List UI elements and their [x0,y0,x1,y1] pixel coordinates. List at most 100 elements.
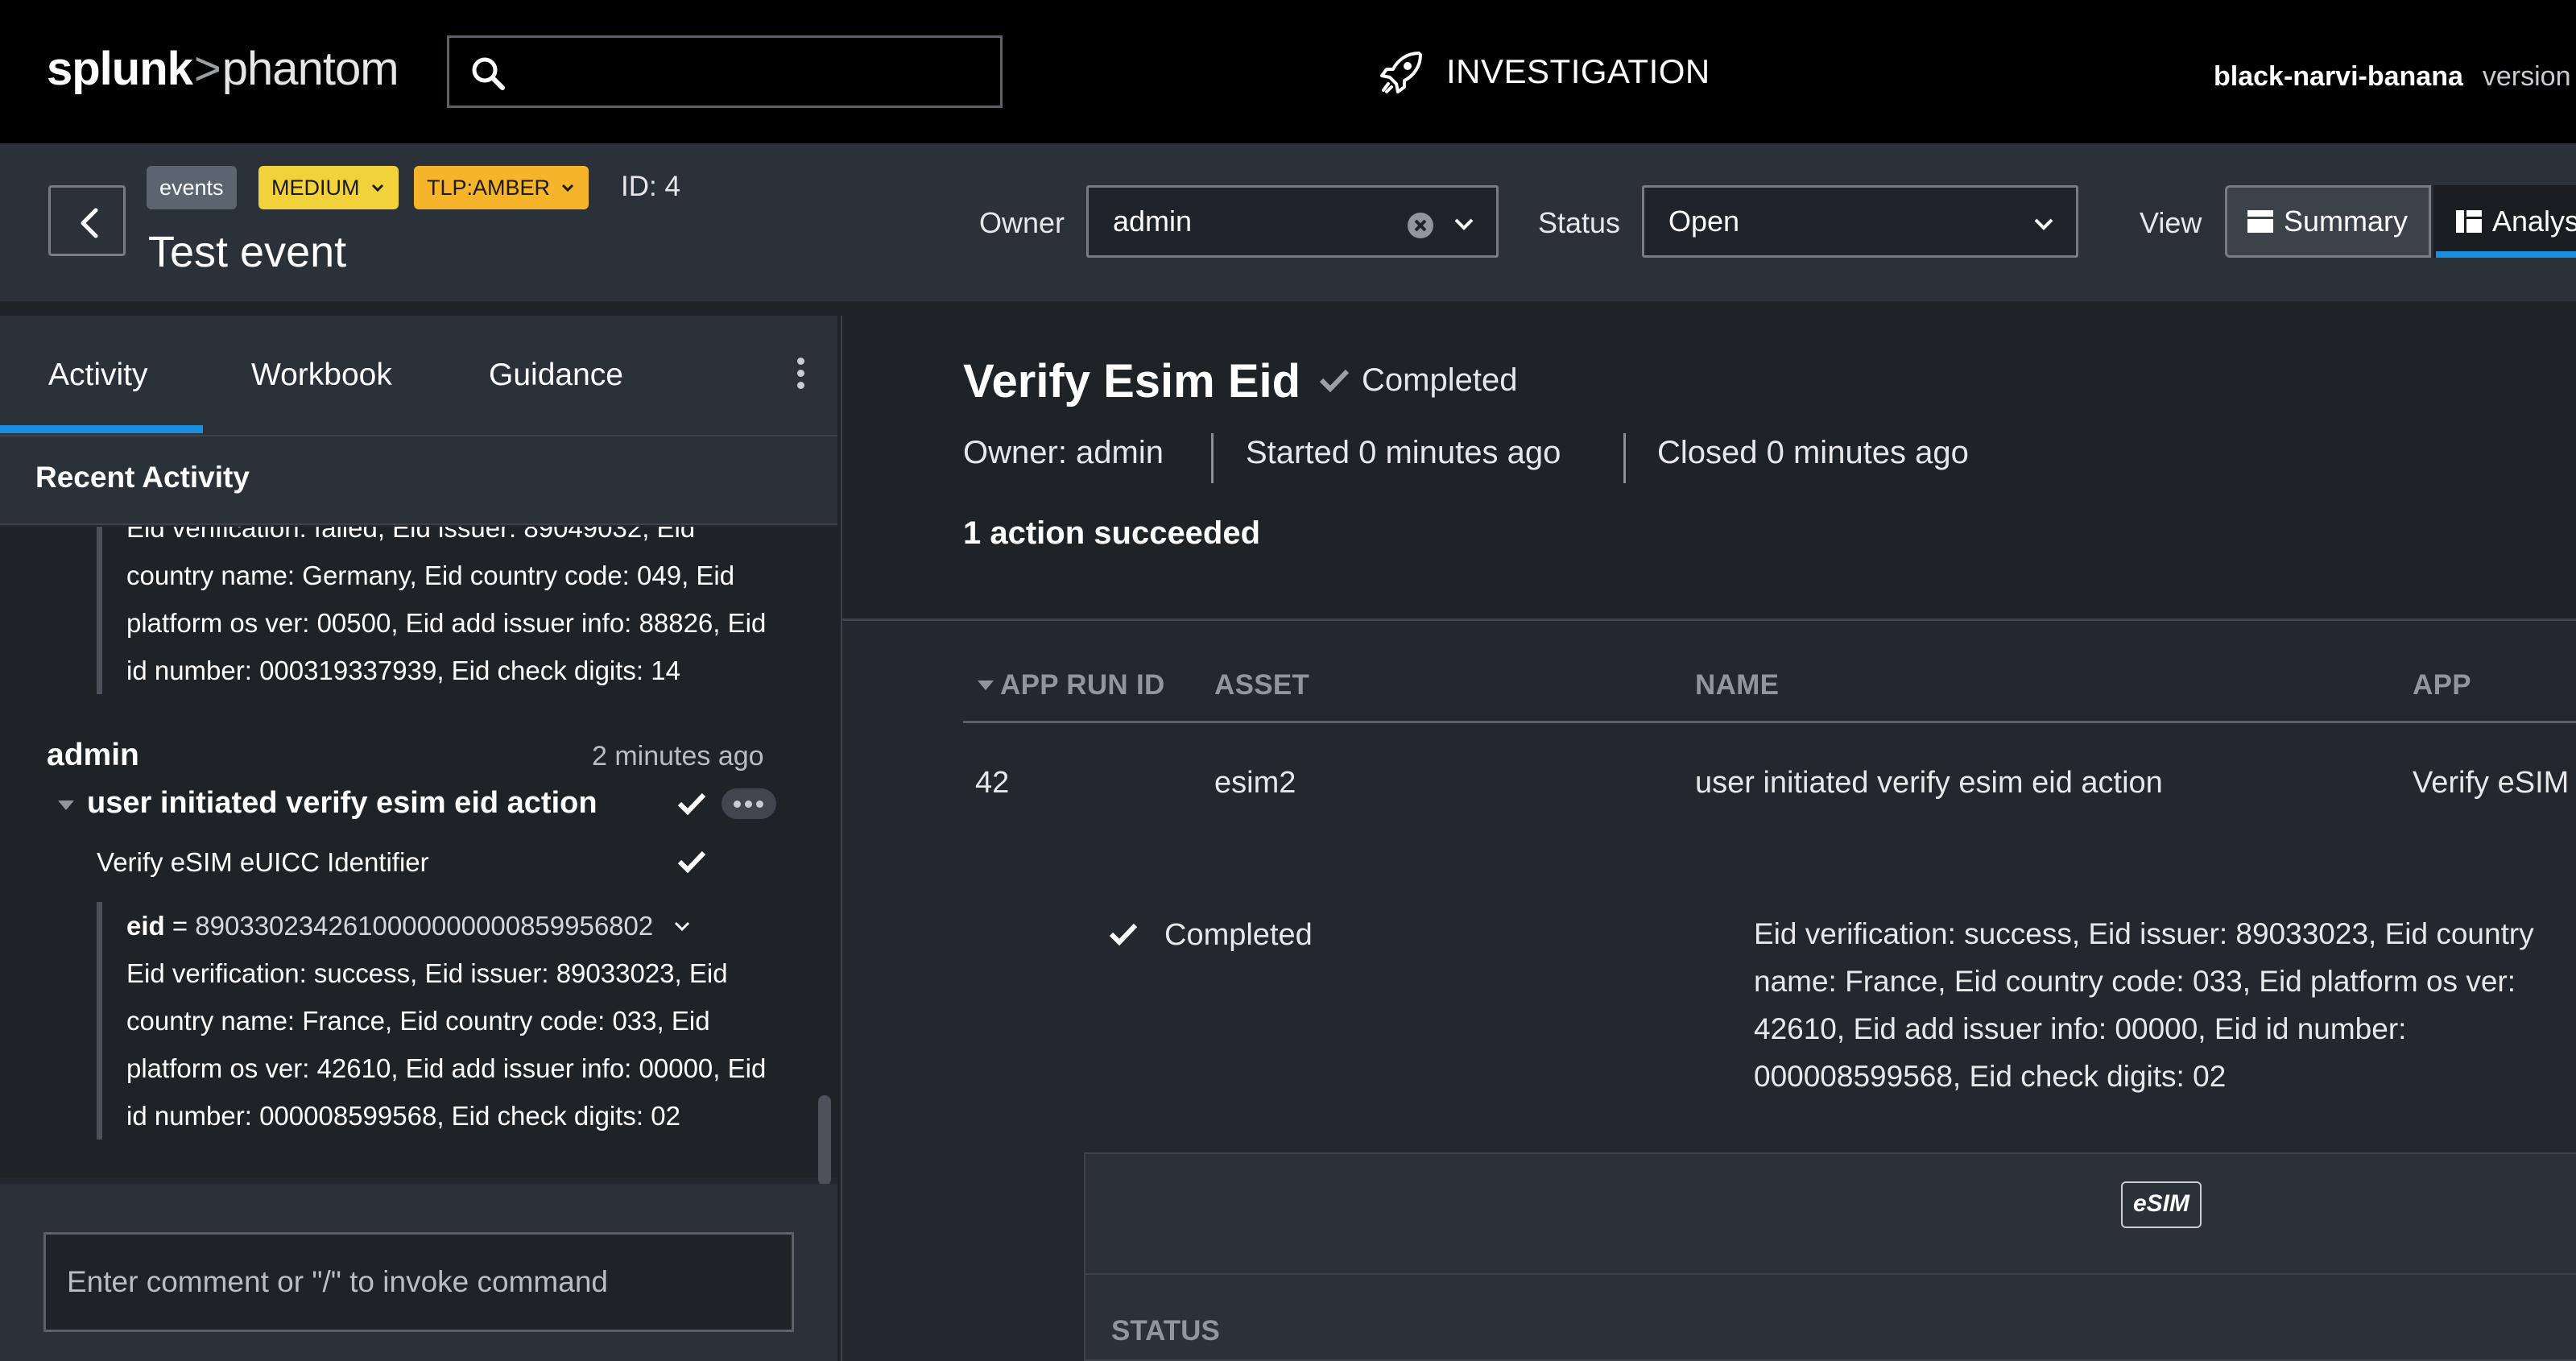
sort-desc-icon [978,680,994,690]
check-icon [1319,369,1350,393]
splunk-phantom-logo[interactable]: splunk>phantom [47,42,399,96]
summary-label: Summary [2284,205,2409,238]
search-icon [472,57,505,90]
global-search[interactable] [447,35,1003,108]
analyst-view-button[interactable]: Analyst [2433,185,2576,258]
cell-app[interactable]: Verify eSIM [2413,766,2569,800]
cell-run-id: 42 [975,766,1010,800]
previous-action-result: Eid verification: failed, Eid issuer: 89… [97,527,789,694]
chevron-down-icon [675,921,690,932]
status-select[interactable]: Open [1642,185,2078,258]
chevron-down-icon [1454,218,1474,230]
feed-scrollbar[interactable] [818,1095,831,1185]
recent-activity-title: Recent Activity [35,461,250,494]
tab-workbook[interactable]: Workbook [251,358,392,393]
section-title: INVESTIGATION [1446,52,1710,90]
action-result-text: Eid verification: success, Eid issuer: 8… [126,958,767,1131]
owner-value: admin [1113,205,1193,238]
event-id: ID: 4 [621,171,680,202]
event-header: events MEDIUM TLP:AMBER ID: 4 Test event… [0,143,2576,301]
column-header-label: APP RUN ID [1000,669,1165,701]
action-name: user initiated verify esim eid action [87,786,597,820]
severity-value: MEDIUM [271,176,360,200]
tlp-value: TLP:AMBER [427,176,551,200]
cell-name: user initiated verify esim eid action [1695,766,2163,800]
search-input[interactable] [522,46,989,97]
chevron-left-icon [81,208,98,238]
view-label: View [2140,206,2202,239]
esim-logo: eSIM [2121,1181,2202,1228]
sub-action-name: Verify eSIM eUICC Identifier [97,847,429,877]
action-summary: 1 action succeeded [963,515,1261,551]
comment-area [0,1184,837,1361]
owner-select[interactable]: admin [1086,185,1499,258]
check-icon [677,792,706,816]
summary-icon [2247,210,2273,233]
tlp-dropdown[interactable]: TLP:AMBER [414,166,589,209]
action-state: Completed [1319,362,1518,399]
comment-input[interactable] [43,1232,794,1332]
severity-dropdown[interactable]: MEDIUM [258,166,399,209]
status-label: Status [1538,206,1621,239]
activity-time: 2 minutes ago [592,741,764,772]
app-widget: eSIM STATUS [1084,1152,2576,1361]
owner-label: Owner [979,206,1065,239]
investigation-header: INVESTIGATION [1379,48,1710,95]
activity-feed: Eid verification: failed, Eid issuer: 89… [0,527,837,1177]
result-state: Completed [1109,918,1313,953]
column-header-asset[interactable]: ASSET [1214,669,1309,701]
version-label: version [2482,61,2571,92]
rocket-icon [1380,52,1422,93]
logo-secondary-text: phantom [221,43,399,95]
check-icon [677,850,706,874]
tab-activity[interactable]: Activity [48,358,148,393]
column-header-name[interactable]: NAME [1695,669,1779,701]
action-title: Verify Esim Eid [963,355,1301,407]
caret-down-icon [58,800,74,810]
top-nav-bar: splunk>phantom INVESTIGATION black-narvi… [0,0,2576,143]
check-icon [1109,923,1138,946]
status-value: Open [1668,205,1740,238]
action-result-block: eid = 89033023426100000000008599568­02 E… [97,902,789,1140]
app-run-table: APP RUN ID ASSET NAME APP 42 esim2 user … [842,621,2576,1361]
action-detail-panel: Verify Esim Eid Completed Owner: admin S… [841,316,2576,1361]
panel-tabs: Activity Workbook Guidance [0,316,837,436]
more-options-icon[interactable] [794,358,807,393]
parameter-name: eid [126,911,165,941]
chevron-down-icon [2034,218,2053,230]
activity-panel: Activity Workbook Guidance Recent Activi… [0,316,837,1361]
analyst-label: Analyst [2492,205,2576,238]
clear-icon[interactable] [1406,211,1435,240]
logo-primary-text: splunk [47,43,193,95]
action-toggle[interactable]: user initiated verify esim eid action [56,786,597,821]
meta-divider [1623,433,1626,483]
label-tag: events [147,166,237,209]
recent-activity-header: Recent Activity [0,436,837,525]
parameter-equals: = [164,911,196,941]
tab-guidance[interactable]: Guidance [489,358,623,393]
logo-separator: > [193,43,221,95]
column-header-app[interactable]: APP [2413,669,2471,701]
activity-user: admin [47,738,139,772]
summary-view-button[interactable]: Summary [2225,185,2431,258]
column-header-app-run-id[interactable]: APP RUN ID [978,669,1165,701]
user-menu[interactable]: black-narvi-banana version [2214,61,2571,93]
result-state-text: Completed [1164,918,1313,952]
cell-asset: esim2 [1214,766,1296,800]
hostname-label: black-narvi-banana [2214,61,2463,92]
action-owner: Owner: admin [963,435,1164,470]
action-state-text: Completed [1362,362,1518,398]
back-button[interactable] [48,185,126,256]
analyst-icon [2456,210,2482,233]
parameter-value: 89033023426100000000008599568­02 [195,911,654,941]
event-title: Test event [148,228,347,276]
table-header-divider [963,721,2576,723]
widget-status-heading: STATUS [1111,1315,1220,1347]
chevron-down-icon [371,184,383,192]
widget-header: eSIM [1085,1154,2576,1275]
parameter-row[interactable]: eid = 89033023426100000000008599568­02 [126,902,789,949]
action-started: Started 0 minutes ago [1246,435,1561,470]
result-message: Eid verification: success, Eid issuer: 8… [1754,917,2534,1093]
action-more-button[interactable] [722,788,776,819]
meta-divider [1211,433,1214,483]
